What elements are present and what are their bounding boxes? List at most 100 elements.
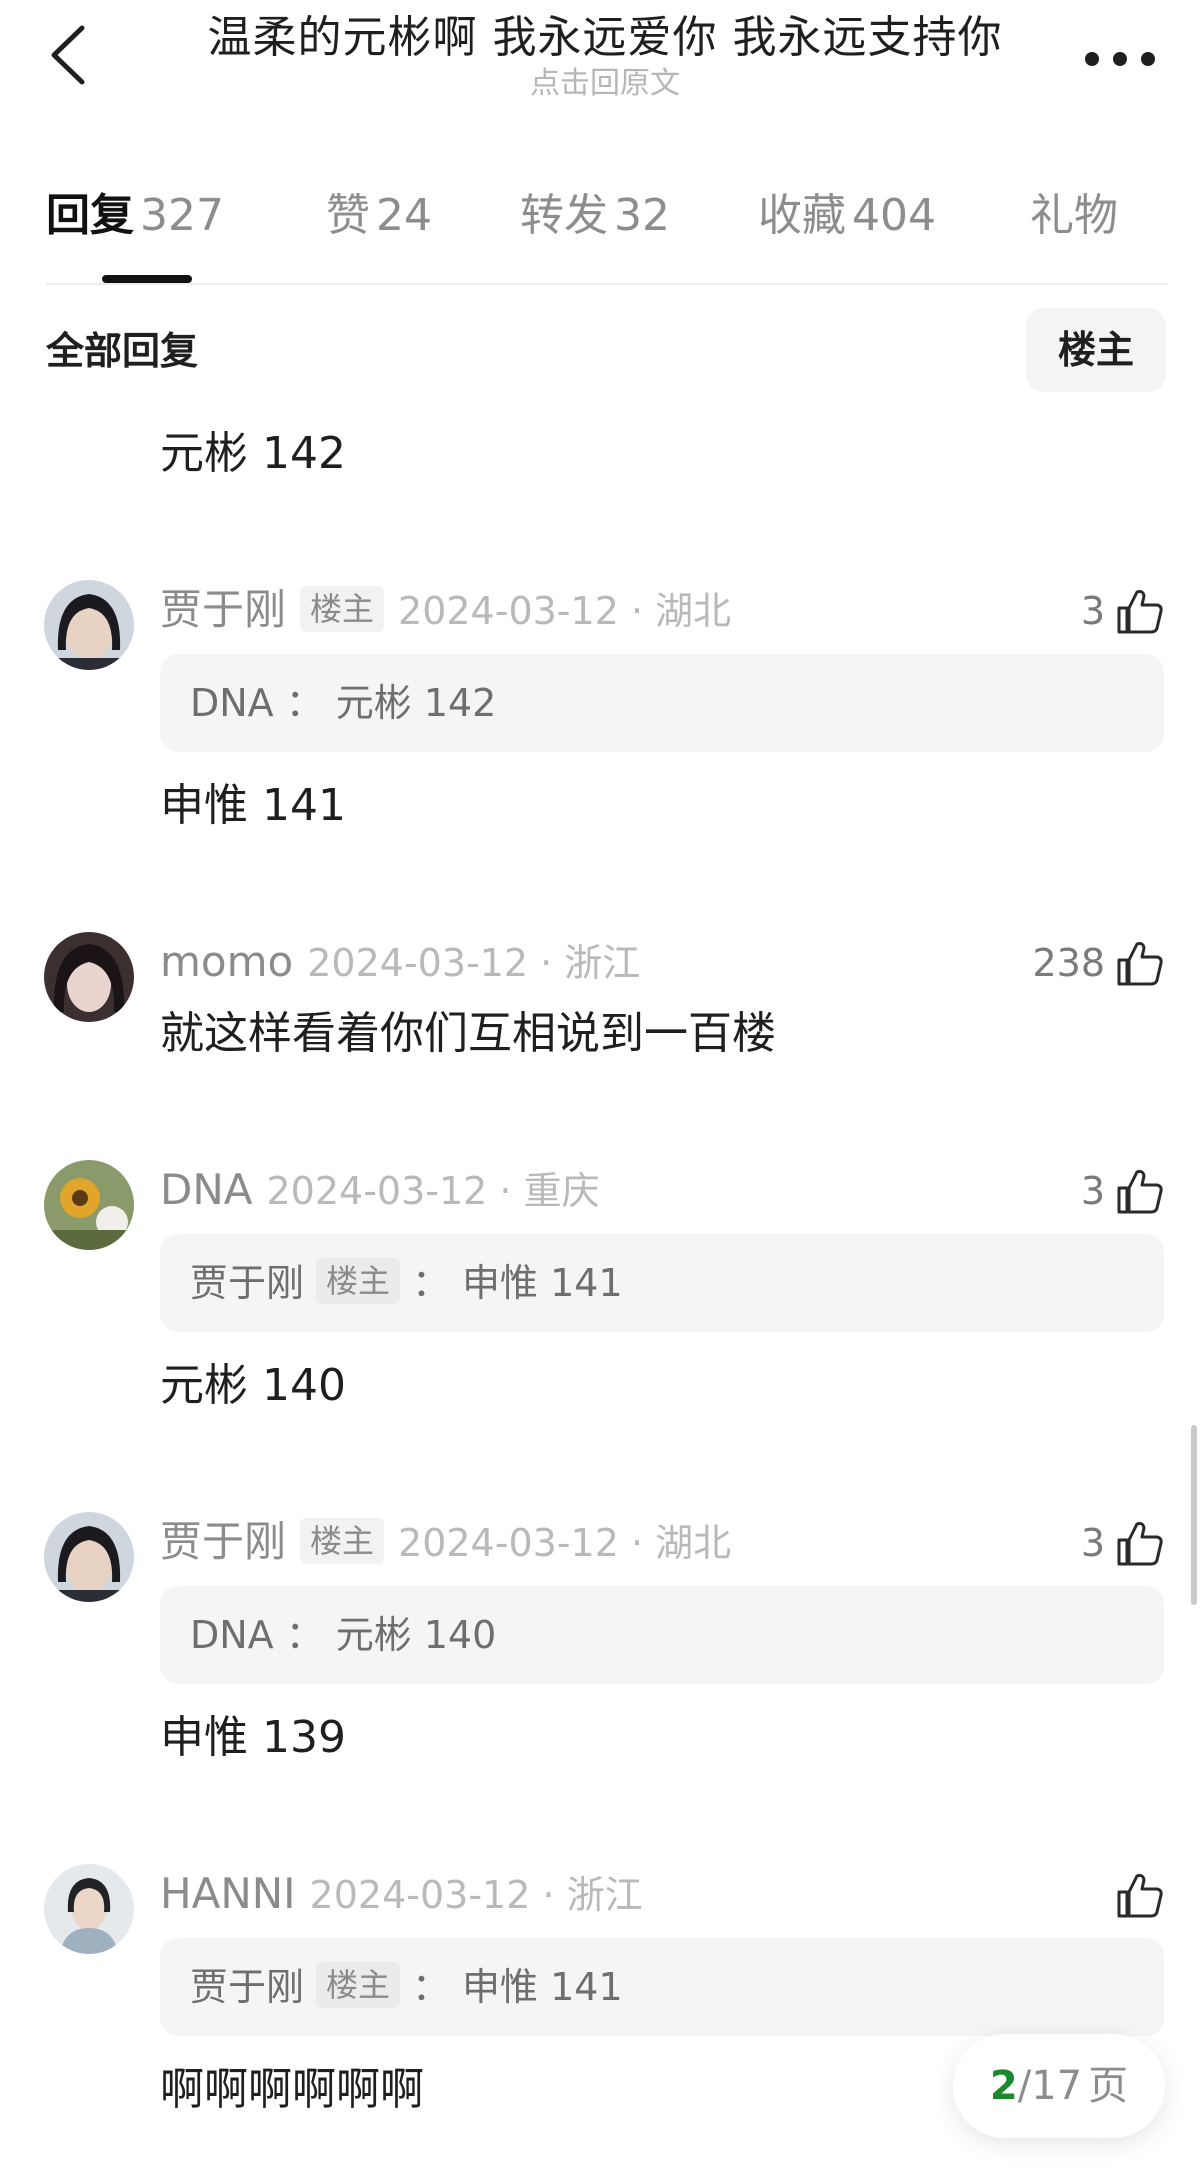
quoted-reply[interactable]: DNA：元彬 142 bbox=[160, 654, 1164, 752]
total-pages: 17 bbox=[1031, 2063, 1083, 2109]
page-indicator[interactable]: 2/17 页 bbox=[953, 2034, 1165, 2138]
comment-text: 元彬 140 bbox=[160, 1360, 346, 1411]
username[interactable]: 贾于刚 bbox=[160, 1517, 286, 1566]
more-button[interactable] bbox=[1085, 38, 1155, 78]
like-count: 3 bbox=[1080, 588, 1105, 633]
avatar-icon bbox=[44, 1512, 134, 1602]
tab-count: 32 bbox=[614, 190, 670, 241]
comment-meta: HANNI 2024-03-12 · 浙江 bbox=[160, 1864, 643, 1924]
tab-label: 收藏 bbox=[758, 190, 846, 241]
quote-text: 申惟 141 bbox=[462, 1965, 623, 2009]
like-button[interactable] bbox=[1113, 1864, 1167, 1924]
quote-content: DNA：元彬 142 bbox=[190, 654, 496, 752]
like-button[interactable]: 3 bbox=[1081, 1160, 1167, 1220]
like-button[interactable]: 3 bbox=[1081, 1512, 1167, 1572]
page-unit: 页 bbox=[1088, 2063, 1129, 2109]
comment-text: 申惟 139 bbox=[160, 1712, 346, 1763]
host-badge: 楼主 bbox=[300, 586, 385, 632]
quote-text: 元彬 140 bbox=[335, 1613, 497, 1657]
timestamp-location: 2024-03-12 · 湖北 bbox=[398, 1521, 732, 1565]
quoted-reply[interactable]: 贾于刚 楼主：申惟 141 bbox=[160, 1234, 1164, 1332]
like-count: 3 bbox=[1080, 1168, 1105, 1213]
host-badge: 楼主 bbox=[316, 1258, 401, 1304]
current-page: 2 bbox=[989, 2063, 1018, 2109]
scrollbar[interactable] bbox=[1191, 1425, 1197, 1605]
avatar[interactable] bbox=[44, 1864, 134, 1954]
quote-separator: ： bbox=[285, 681, 324, 725]
thumbs-up-icon bbox=[1113, 584, 1167, 638]
comment-text: 就这样看着你们互相说到一百楼 bbox=[160, 1008, 776, 1059]
post-title-link[interactable]: 温柔的元彬啊 我永远爱你 我永远支持你 点击回原文 bbox=[160, 10, 1050, 102]
tab-label: 礼物 bbox=[1030, 190, 1118, 241]
comment-text: 啊啊啊啊啊啊 bbox=[160, 2064, 424, 2115]
tab-likes[interactable]: 赞 24 bbox=[326, 186, 432, 246]
tab-favorites[interactable]: 收藏 404 bbox=[758, 186, 936, 246]
avatar[interactable] bbox=[44, 580, 134, 670]
quote-username: DNA bbox=[190, 1613, 274, 1657]
quote-content: DNA：元彬 140 bbox=[190, 1586, 496, 1684]
quoted-reply[interactable]: DNA：元彬 140 bbox=[160, 1586, 1164, 1684]
more-icon bbox=[1085, 52, 1099, 66]
quote-username: 贾于刚 bbox=[190, 1261, 305, 1305]
like-button[interactable]: 238 bbox=[1032, 932, 1167, 992]
divider bbox=[46, 283, 1168, 285]
quoted-reply[interactable]: 贾于刚 楼主：申惟 141 bbox=[160, 1938, 1164, 2036]
quote-content: 贾于刚 楼主：申惟 141 bbox=[190, 1938, 623, 2036]
comment-meta: momo 2024-03-12 · 浙江 bbox=[160, 932, 640, 992]
chevron-left-icon bbox=[51, 25, 85, 85]
host-badge: 楼主 bbox=[300, 1518, 385, 1564]
tab-gifts[interactable]: 礼物 bbox=[1030, 186, 1118, 246]
tab-replies[interactable]: 回复 327 bbox=[46, 186, 224, 246]
comment-meta: 贾于刚 楼主 2024-03-12 · 湖北 bbox=[160, 580, 731, 640]
like-button[interactable]: 3 bbox=[1081, 580, 1167, 640]
like-count: 3 bbox=[1080, 1520, 1105, 1565]
thumbs-up-icon bbox=[1113, 1516, 1167, 1570]
timestamp-location: 2024-03-12 · 浙江 bbox=[307, 941, 641, 985]
username[interactable]: momo bbox=[160, 937, 293, 986]
active-tab-indicator bbox=[102, 275, 192, 283]
more-icon-dot bbox=[1141, 52, 1155, 66]
thumbs-up-icon bbox=[1113, 1868, 1167, 1922]
timestamp-location: 2024-03-12 · 湖北 bbox=[398, 589, 732, 633]
tab-label: 回复 bbox=[46, 190, 134, 241]
quote-username: 贾于刚 bbox=[190, 1965, 305, 2009]
quote-text: 元彬 142 bbox=[335, 681, 497, 725]
username[interactable]: DNA bbox=[160, 1165, 253, 1214]
top-bar: 温柔的元彬啊 我永远爱你 我永远支持你 点击回原文 bbox=[0, 0, 1203, 120]
thumbs-up-icon bbox=[1113, 936, 1167, 990]
timestamp-location: 2024-03-12 · 重庆 bbox=[266, 1169, 600, 1213]
tab-label: 赞 bbox=[326, 190, 370, 241]
thumbs-up-icon bbox=[1113, 1164, 1167, 1218]
quote-content: 贾于刚 楼主：申惟 141 bbox=[190, 1234, 623, 1332]
tab-count: 24 bbox=[376, 190, 432, 241]
timestamp-location: 2024-03-12 · 浙江 bbox=[309, 1873, 643, 1917]
more-icon-dot bbox=[1113, 52, 1127, 66]
username[interactable]: 贾于刚 bbox=[160, 585, 286, 634]
quote-separator: ： bbox=[412, 1261, 451, 1305]
tab-bar: 回复 327 赞 24 转发 32 收藏 404 礼物 bbox=[46, 186, 1166, 256]
username[interactable]: HANNI bbox=[160, 1869, 296, 1918]
avatar[interactable] bbox=[44, 1160, 134, 1250]
quote-separator: ： bbox=[285, 1613, 324, 1657]
tab-count: 404 bbox=[852, 190, 936, 241]
avatar[interactable] bbox=[44, 1512, 134, 1602]
quote-separator: ： bbox=[412, 1965, 451, 2009]
tab-label: 转发 bbox=[520, 190, 608, 241]
host-only-button[interactable]: 楼主 bbox=[1026, 308, 1166, 392]
post-title[interactable]: 温柔的元彬啊 我永远爱你 我永远支持你 bbox=[160, 10, 1050, 66]
all-replies-label: 全部回复 bbox=[46, 329, 199, 373]
back-to-post-link[interactable]: 点击回原文 bbox=[160, 66, 1050, 102]
comment-meta: DNA 2024-03-12 · 重庆 bbox=[160, 1160, 600, 1220]
avatar-icon bbox=[44, 580, 134, 670]
comment-text: 申惟 141 bbox=[160, 780, 346, 831]
like-count: 238 bbox=[1032, 940, 1105, 985]
tab-reposts[interactable]: 转发 32 bbox=[520, 186, 670, 246]
avatar-icon bbox=[44, 932, 134, 1022]
host-badge: 楼主 bbox=[316, 1962, 401, 2008]
quote-username: DNA bbox=[190, 681, 274, 725]
back-button[interactable] bbox=[42, 20, 102, 90]
quote-text: 申惟 141 bbox=[462, 1261, 623, 1305]
avatar-icon bbox=[44, 1864, 134, 1954]
avatar[interactable] bbox=[44, 932, 134, 1022]
comment-text: 元彬 142 bbox=[160, 428, 346, 479]
